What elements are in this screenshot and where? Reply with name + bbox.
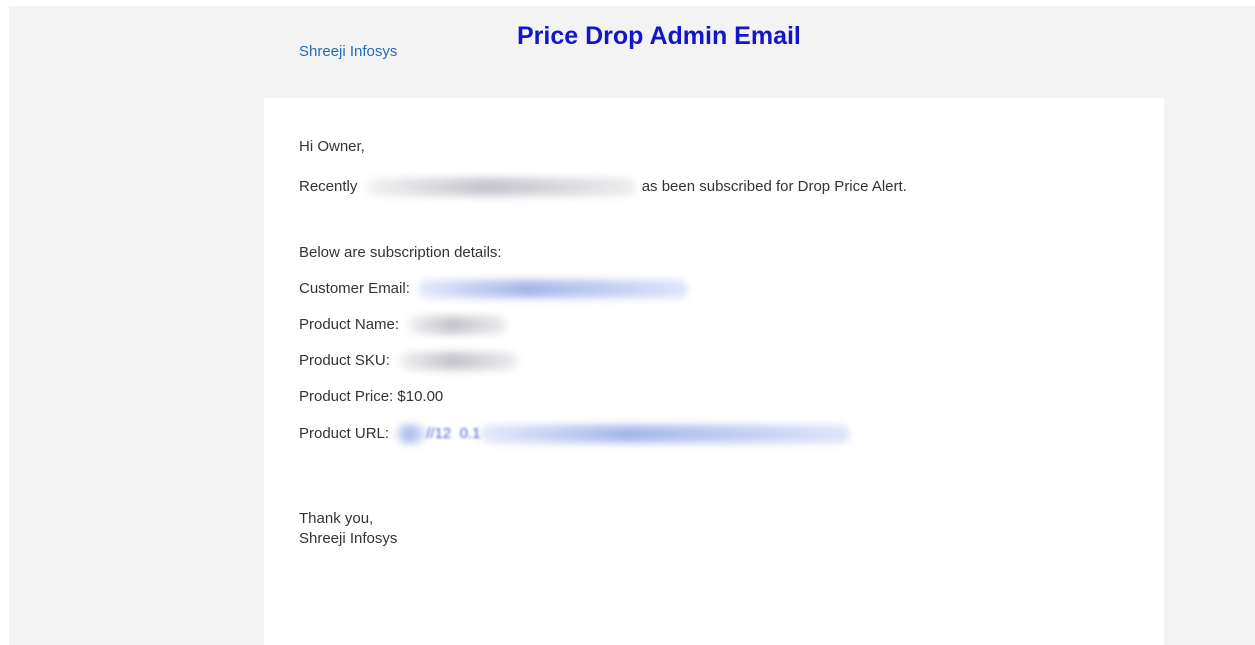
product-url-label: Product URL: [299,425,390,442]
intro-prefix: Recently [299,178,358,195]
redacted-product-sku [398,352,519,371]
product-price-value: $10.00 [397,388,444,405]
greeting: Hi Owner, [299,138,365,155]
product-sku-row: Product SKU: [299,352,519,371]
redacted-url-start[interactable] [396,425,427,444]
redacted-customer-email[interactable] [418,280,689,299]
product-price-row: Product Price: $10.00 [299,388,443,406]
product-url-row: Product URL: //12 0.1 [299,425,851,444]
product-name-label: Product Name: [299,316,400,333]
product-sku-label: Product SKU: [299,352,390,369]
customer-email-row: Customer Email: [299,280,689,299]
redacted-url-rest[interactable] [480,425,851,444]
signature: Shreeji Infosys [299,530,398,547]
redacted-product-name [407,316,508,335]
product-price-label: Product Price: [299,388,394,405]
intro-line: Recently as been subscribed for Drop Pri… [299,178,907,197]
closing-line: Thank you, [299,510,374,527]
product-name-row: Product Name: [299,316,508,335]
redacted-customer-name [365,178,636,197]
product-url-link[interactable]: //12 0.1 [426,425,480,442]
email-viewport: Shreeji Infosys Price Drop Admin Email H… [9,6,1255,645]
email-title: Price Drop Admin Email [517,22,801,50]
details-heading: Below are subscription details: [299,244,502,261]
brand-link[interactable]: Shreeji Infosys [299,43,397,60]
intro-suffix: as been subscribed for Drop Price Alert. [641,178,907,195]
email-body-card: Hi Owner, Recently as been subscribed fo… [264,98,1164,645]
customer-email-label: Customer Email: [299,280,410,297]
